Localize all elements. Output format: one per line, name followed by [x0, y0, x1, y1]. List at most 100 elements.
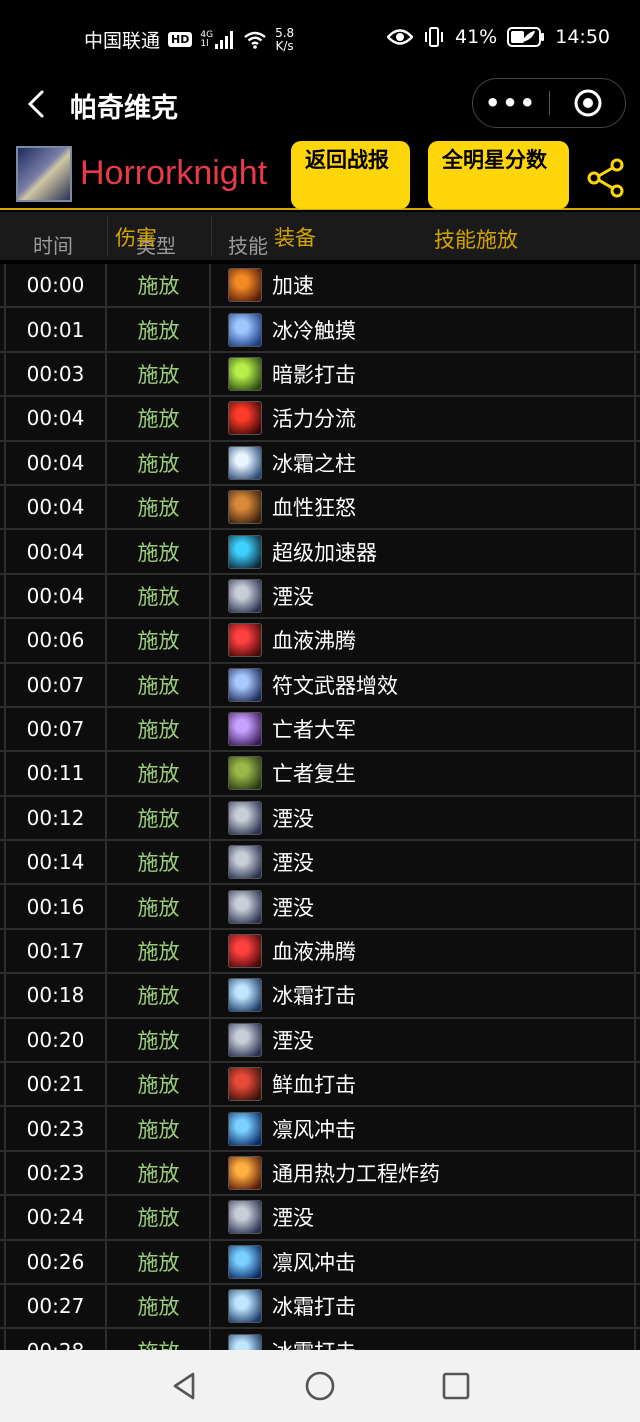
- table-row[interactable]: 00:01 施放 冰冷触摸: [0, 308, 640, 353]
- skill-name: 凛风冲击: [272, 1117, 356, 1142]
- target-close-icon: [574, 89, 601, 117]
- network-sub: 1l: [200, 38, 209, 49]
- table-row[interactable]: 00:00 施放 加速: [0, 264, 640, 309]
- battery-icon: [507, 27, 545, 47]
- cast-skill: 冰霜打击: [212, 974, 636, 1017]
- blood-boil-icon: [228, 623, 262, 658]
- skill-name: 暗影打击: [272, 362, 356, 387]
- table-row[interactable]: 00:07 施放 符文武器增效: [0, 663, 640, 708]
- cast-type: 施放: [108, 308, 211, 351]
- nav-home-icon[interactable]: [302, 1368, 338, 1404]
- speed-unit: K/s: [275, 38, 294, 53]
- skill-name: 湮没: [272, 584, 314, 609]
- skill-name: 湮没: [272, 806, 314, 831]
- cast-time: 00:18: [4, 974, 107, 1017]
- cast-time: 00:04: [4, 441, 107, 484]
- cast-skill: 冰霜之柱: [212, 441, 636, 484]
- table-row[interactable]: 00:07 施放 亡者大军: [0, 707, 640, 753]
- table-row[interactable]: 00:23 施放 通用热力工程炸药: [0, 1151, 640, 1197]
- table-row[interactable]: 00:26 施放 凛风冲击: [0, 1240, 640, 1285]
- cast-type: 施放: [108, 1151, 211, 1195]
- tab-damage[interactable]: 伤害: [115, 222, 157, 252]
- skill-name: 血液沸腾: [272, 629, 356, 654]
- cast-table[interactable]: 00:00 施放 加速 00:01 施放 冰冷触摸 00:03 施放 暗影打击 00:04 施放 活力…: [0, 264, 640, 1350]
- cast-time: 00:04: [4, 485, 107, 529]
- table-row[interactable]: 00:04 施放 湮没: [0, 574, 640, 620]
- tab-casts[interactable]: 技能施放: [434, 224, 518, 254]
- howling-blast-icon: [228, 1111, 262, 1146]
- potion-icon: [228, 268, 262, 303]
- table-row[interactable]: 00:03 施放 暗影打击: [0, 352, 640, 398]
- cast-type: 施放: [108, 929, 211, 973]
- obliterate-icon: [228, 1022, 262, 1057]
- obliterate-icon: [228, 800, 262, 835]
- table-row[interactable]: 00:20 施放 湮没: [0, 1018, 640, 1064]
- cast-skill: 冰霜打击: [212, 1284, 636, 1328]
- cast-time: 00:20: [4, 1018, 107, 1062]
- system-nav-bar: [0, 1350, 640, 1422]
- frost-strike-icon: [228, 1333, 262, 1350]
- hd-badge: HD: [168, 32, 193, 47]
- table-row[interactable]: 00:04 施放 活力分流: [0, 397, 640, 442]
- cast-skill: 通用热力工程炸药: [212, 1151, 636, 1195]
- cast-type: 施放: [108, 264, 211, 307]
- cast-time: 00:12: [4, 796, 107, 840]
- cast-skill: 湮没: [212, 1196, 636, 1239]
- cast-type: 施放: [108, 397, 211, 440]
- table-row[interactable]: 00:11 施放 亡者复生: [0, 752, 640, 797]
- return-report-button[interactable]: 返回战报: [291, 141, 410, 209]
- allstar-score-button[interactable]: 全明星分数: [428, 141, 569, 209]
- table-row[interactable]: 00:06 施放 血液沸腾: [0, 619, 640, 664]
- table-row[interactable]: 00:21 施放 鲜血打击: [0, 1063, 640, 1108]
- miniprogram-capsule: •••: [472, 78, 626, 128]
- back-arrow-icon[interactable]: [22, 84, 52, 124]
- cast-type: 施放: [108, 885, 211, 928]
- howling-blast-icon: [228, 1244, 262, 1279]
- shadow-strike-icon: [228, 356, 262, 391]
- table-row[interactable]: 00:14 施放 湮没: [0, 841, 640, 886]
- cast-type: 施放: [108, 1063, 211, 1106]
- cast-type: 施放: [108, 530, 211, 573]
- table-row[interactable]: 00:18 施放 冰霜打击: [0, 974, 640, 1019]
- close-button[interactable]: [550, 79, 625, 127]
- skill-name: 凛风冲击: [272, 1250, 356, 1275]
- cast-skill: 鲜血打击: [212, 1063, 636, 1106]
- more-button[interactable]: •••: [473, 79, 549, 127]
- tab-gear[interactable]: 装备: [274, 222, 316, 252]
- cast-time: 00:28: [4, 1329, 107, 1350]
- cast-skill: 血液沸腾: [212, 929, 636, 973]
- table-row[interactable]: 00:16 施放 湮没: [0, 885, 640, 930]
- cast-time: 00:23: [4, 1107, 107, 1150]
- obliterate-icon: [228, 845, 262, 880]
- skill-name: 冰霜打击: [272, 1295, 356, 1320]
- column-skill: 技能: [228, 234, 268, 258]
- cast-time: 00:07: [4, 663, 107, 706]
- explosive-icon: [228, 1156, 262, 1190]
- cast-time: 00:04: [4, 574, 107, 618]
- signal-icon: [215, 30, 234, 49]
- page: 中国联通 HD 4G 1l 5.8 K/s 41% 14:50 帕奇维克 •••…: [0, 0, 640, 1422]
- table-row[interactable]: 00:04 施放 血性狂怒: [0, 485, 640, 531]
- vitality-icon: [228, 401, 262, 436]
- table-row[interactable]: 00:24 施放 湮没: [0, 1196, 640, 1241]
- table-row[interactable]: 00:04 施放 冰霜之柱: [0, 441, 640, 486]
- clock: 14:50: [555, 26, 610, 48]
- blood-boil-icon: [228, 934, 262, 969]
- table-row[interactable]: 00:27 施放 冰霜打击: [0, 1284, 640, 1330]
- cast-time: 00:23: [4, 1151, 107, 1195]
- table-row[interactable]: 00:23 施放 凛风冲击: [0, 1107, 640, 1152]
- cast-type: 施放: [108, 663, 211, 706]
- speed-value: 5.8: [275, 25, 295, 40]
- cast-skill: 血性狂怒: [212, 485, 636, 529]
- skill-name: 冰冷触摸: [272, 318, 356, 343]
- raise-dead-icon: [228, 756, 262, 791]
- nav-recents-icon[interactable]: [438, 1368, 474, 1404]
- table-row[interactable]: 00:28施放 冰霜打击: [0, 1329, 640, 1350]
- table-row[interactable]: 00:17 施放 血液沸腾: [0, 929, 640, 975]
- nav-back-icon[interactable]: [166, 1368, 202, 1404]
- cast-skill: 凛风冲击: [212, 1107, 636, 1150]
- wifi-icon: [244, 31, 266, 49]
- share-icon[interactable]: [586, 158, 626, 198]
- table-row[interactable]: 00:04 施放 超级加速器: [0, 530, 640, 575]
- table-row[interactable]: 00:12 施放 湮没: [0, 796, 640, 842]
